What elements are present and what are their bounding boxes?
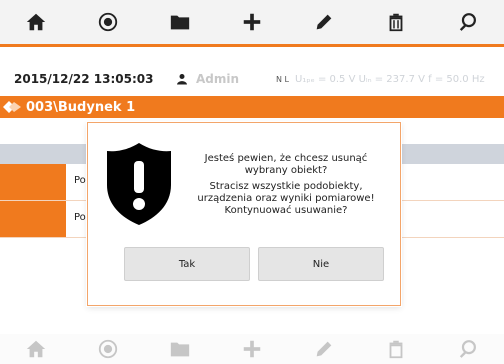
- path-bar: 003\Budynek 1: [0, 96, 504, 118]
- dialog-warning: Stracisz wszystkie podobiekty, urządzeni…: [188, 181, 384, 217]
- user-info: Admin: [176, 72, 239, 86]
- yes-button[interactable]: Tak: [124, 247, 250, 281]
- pencil-icon: [309, 335, 339, 363]
- folder-icon[interactable]: [165, 8, 195, 36]
- folder-icon: [165, 335, 195, 363]
- message-line: wybrany obiekt?: [244, 165, 328, 176]
- trash-icon: [381, 335, 411, 363]
- row-label: Po: [74, 212, 86, 223]
- search-icon[interactable]: [453, 8, 483, 36]
- warning-shield-icon: [107, 143, 171, 225]
- record-icon[interactable]: [93, 8, 123, 36]
- no-button[interactable]: Nie: [258, 247, 384, 281]
- home-icon: [21, 335, 51, 363]
- status-bar: 2015/12/22 13:05:03 Admin N L U₁ₚₑ = 0.5…: [0, 66, 504, 92]
- row-label: Po: [74, 175, 86, 186]
- message-line: urządzenia oraz wyniki pomiarowe!: [197, 193, 375, 204]
- row-marker: [0, 201, 66, 237]
- message-line: Jesteś pewien, że chcesz usunąć: [204, 153, 368, 164]
- plus-icon: [237, 335, 267, 363]
- plus-icon[interactable]: [237, 8, 267, 36]
- message-line: Kontynuować usuwanie?: [224, 205, 348, 216]
- measurement-readout: N L U₁ₚₑ = 0.5 V Uₗₙ = 237.7 V f = 50.0 …: [276, 74, 485, 85]
- dialog-question: Jesteś pewien, że chcesz usunąć wybrany …: [188, 153, 384, 177]
- path-label: 003\Budynek 1: [26, 99, 136, 115]
- bottom-toolbar: [0, 334, 504, 364]
- pencil-icon[interactable]: [309, 8, 339, 36]
- object-icon: [3, 101, 21, 113]
- record-icon: [93, 335, 123, 363]
- datetime: 2015/12/22 13:05:03: [14, 72, 154, 86]
- trash-icon[interactable]: [381, 8, 411, 36]
- message-line: Stracisz wszystkie podobiekty,: [209, 181, 363, 192]
- line-labels: N L: [276, 74, 289, 84]
- delete-confirm-dialog: Jesteś pewien, że chcesz usunąć wybrany …: [87, 122, 401, 306]
- row-marker: [0, 164, 66, 200]
- top-toolbar: [0, 0, 504, 47]
- user-name: Admin: [196, 72, 240, 86]
- user-icon: [177, 74, 187, 85]
- search-icon: [453, 335, 483, 363]
- measurement-values: U₁ₚₑ = 0.5 V Uₗₙ = 237.7 V f = 50.0 Hz: [294, 73, 485, 85]
- home-icon[interactable]: [21, 8, 51, 36]
